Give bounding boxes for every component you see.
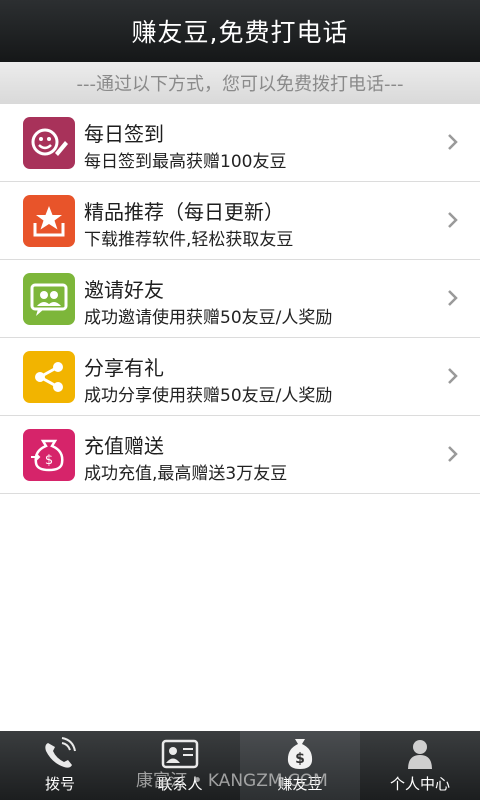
item-title: 精品推荐（每日更新） (84, 200, 284, 224)
subheader-text: ---通过以下方式，您可以免费拨打电话--- (76, 74, 404, 95)
item-description: 成功分享使用获赠50友豆/人奖励 (84, 386, 333, 406)
item-description: 每日签到最高获赠100友豆 (84, 152, 287, 172)
list-item-daily-sign-in[interactable]: 每日签到 每日签到最高获赠100友豆 (0, 104, 480, 182)
list-item-invite-friends[interactable]: 邀请好友 成功邀请使用获赠50友豆/人奖励 (0, 260, 480, 338)
list-item-featured-apps[interactable]: 精品推荐（每日更新） 下载推荐软件,轻松获取友豆 (0, 182, 480, 260)
page-title: 赚友豆,免费打电话 (131, 18, 349, 47)
sign-in-icon (23, 117, 75, 169)
chevron-right-icon (448, 290, 458, 306)
chevron-right-icon (448, 212, 458, 228)
item-title: 充值赠送 (84, 434, 164, 458)
chevron-right-icon (448, 134, 458, 150)
item-description: 下载推荐软件,轻松获取友豆 (84, 230, 294, 250)
tab-profile[interactable]: 个人中心 (360, 731, 480, 800)
recharge-icon: $ (23, 429, 75, 481)
phone-icon (45, 737, 76, 768)
tab-label: 拨号 (44, 775, 75, 793)
item-title: 分享有礼 (84, 356, 164, 380)
share-icon (23, 351, 75, 403)
invite-friends-icon (23, 273, 75, 325)
svg-text:$: $ (45, 453, 53, 468)
app-header: 赚友豆,免费打电话 (0, 0, 480, 62)
star-download-icon (23, 195, 75, 247)
svg-text:$: $ (295, 751, 305, 767)
chevron-right-icon (448, 446, 458, 462)
chevron-right-icon (448, 368, 458, 384)
tab-label: 个人中心 (389, 775, 450, 793)
list-item-share-rewards[interactable]: 分享有礼 成功分享使用获赠50友豆/人奖励 (0, 338, 480, 416)
list-item-recharge-bonus[interactable]: $ 充值赠送 成功充值,最高赠送3万友豆 (0, 416, 480, 494)
item-description: 成功充值,最高赠送3万友豆 (84, 464, 288, 484)
person-icon (408, 740, 432, 769)
earn-methods-list: 每日签到 每日签到最高获赠100友豆 精品推荐（每日更新） 下载推荐软件,轻松获… (0, 104, 480, 494)
item-title: 邀请好友 (84, 278, 164, 302)
watermark: 康富汀 • KANGZM.COM (136, 771, 328, 791)
item-title: 每日签到 (84, 122, 164, 146)
item-description: 成功邀请使用获赠50友豆/人奖励 (84, 308, 333, 328)
subheader-banner: ---通过以下方式，您可以免费拨打电话--- (0, 62, 480, 105)
tab-dialer[interactable]: 拨号 (0, 731, 120, 800)
